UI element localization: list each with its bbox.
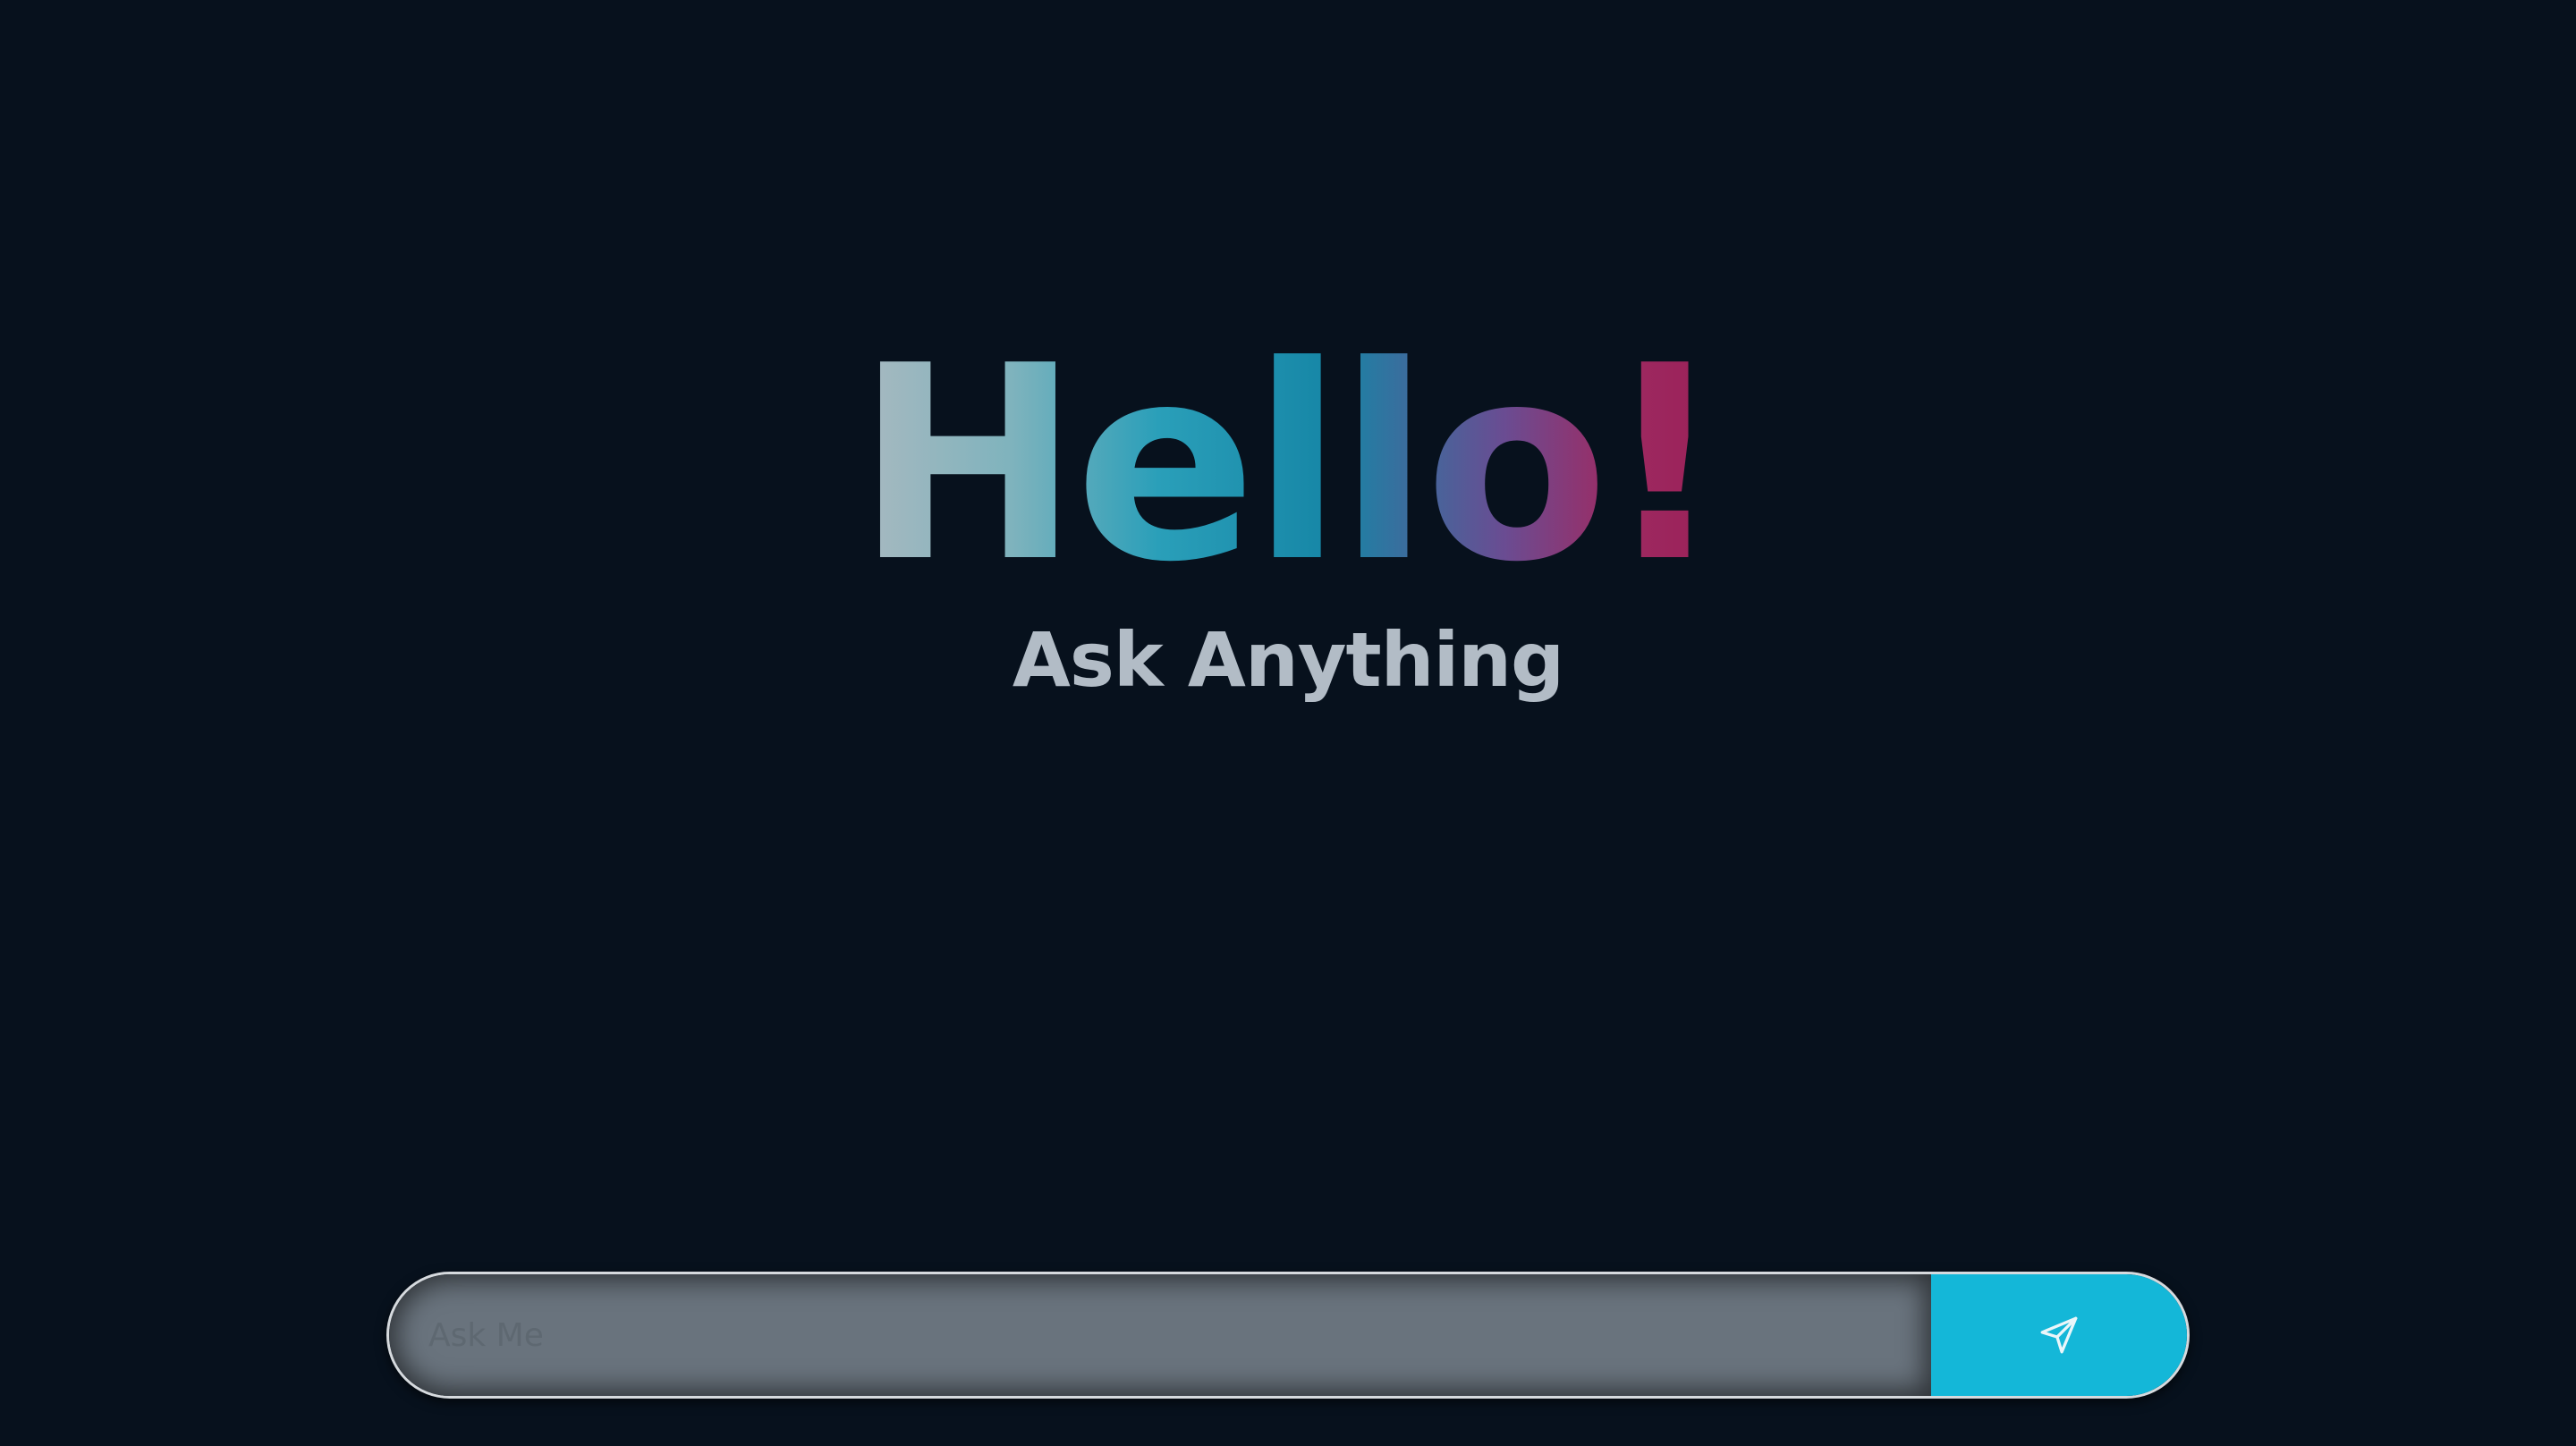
- hero-title: Hello!: [855, 309, 1725, 621]
- hero: Hello! Ask Anything: [0, 331, 2576, 705]
- send-icon: [2040, 1316, 2078, 1354]
- chat-input[interactable]: [389, 1274, 1931, 1396]
- send-button[interactable]: [1931, 1274, 2187, 1396]
- chat-bar: [386, 1272, 2190, 1399]
- hero-subtitle: Ask Anything: [1012, 616, 1564, 704]
